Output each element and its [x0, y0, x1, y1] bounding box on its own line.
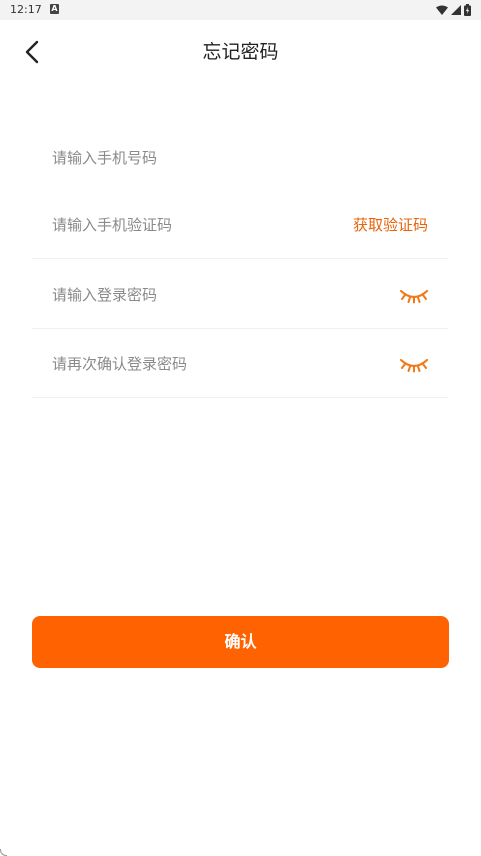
password-field-row — [32, 261, 448, 329]
get-code-button[interactable]: 获取验证码 — [353, 191, 428, 259]
divider — [32, 328, 448, 329]
confirm-button[interactable]: 确认 — [32, 616, 449, 668]
sms-code-input[interactable] — [52, 191, 352, 259]
app-header: 忘记密码 — [0, 20, 481, 84]
divider — [32, 258, 448, 259]
phone-input[interactable] — [52, 124, 352, 192]
sms-code-field-row: 获取验证码 — [32, 191, 448, 259]
confirm-password-field-row — [32, 330, 448, 398]
password-input[interactable] — [52, 261, 352, 329]
cell-signal-icon — [451, 5, 461, 15]
status-icons — [436, 3, 471, 17]
confirm-password-visibility-toggle[interactable] — [398, 352, 430, 376]
screen-corner-mark — [0, 849, 7, 856]
closed-eye-icon — [399, 289, 429, 304]
notification-icon: A — [50, 4, 59, 14]
wifi-icon — [436, 5, 448, 15]
forgot-password-screen: 12:17 A 忘记密码 获取验证码 — [0, 0, 481, 856]
divider — [32, 397, 448, 398]
closed-eye-icon — [399, 358, 429, 373]
phone-field-row — [32, 124, 448, 192]
status-time: 12:17 — [10, 3, 42, 16]
battery-charging-icon — [464, 4, 471, 16]
status-bar: 12:17 A — [0, 0, 481, 20]
confirm-password-input[interactable] — [52, 330, 352, 398]
page-title: 忘记密码 — [202, 41, 279, 63]
password-visibility-toggle[interactable] — [398, 283, 430, 307]
